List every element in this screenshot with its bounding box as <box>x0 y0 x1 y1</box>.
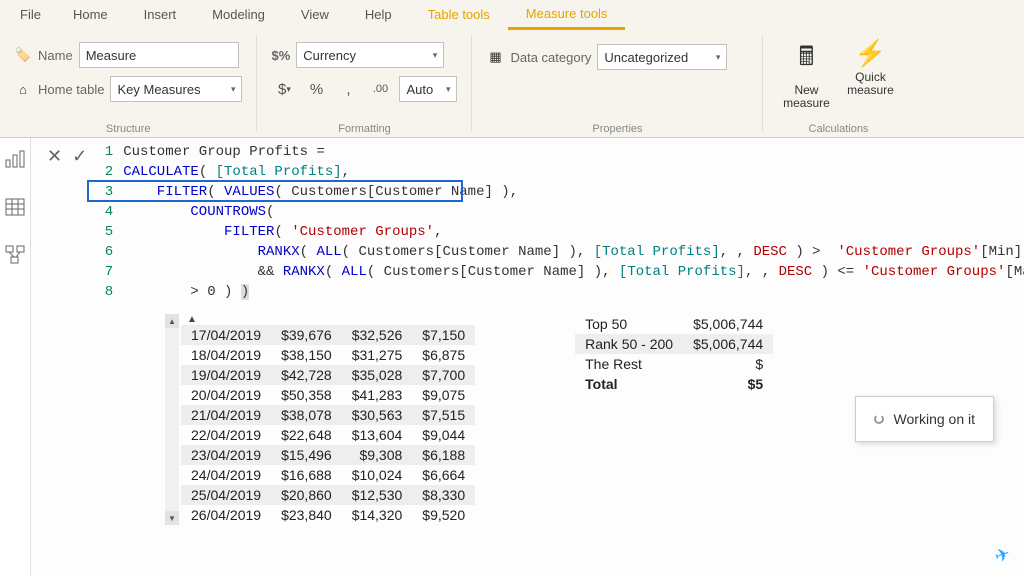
calculator-icon: 🖩 <box>799 38 815 82</box>
quick-measure-button[interactable]: ⚡ Quick measure <box>841 38 899 97</box>
new-measure-button[interactable]: 🖩 New measure <box>777 38 835 110</box>
report-view-icon[interactable] <box>0 144 30 174</box>
model-view-icon[interactable] <box>0 240 30 270</box>
name-label: Name <box>38 48 73 63</box>
format-select[interactable]: Currency▾ <box>296 42 444 68</box>
table-row[interactable]: 22/04/2019$22,648$13,604$9,044 <box>181 425 475 445</box>
formula-bar: ✕ ✓ 1Customer Group Profits = 2CALCULATE… <box>31 138 1024 304</box>
datacat-select[interactable]: Uncategorized▾ <box>597 44 727 70</box>
table-row[interactable]: 18/04/2019$38,150$31,275$6,875 <box>181 345 475 365</box>
group-label-calculations: Calculations <box>777 121 899 135</box>
group-label-formatting: Formatting <box>271 121 457 135</box>
tab-insert[interactable]: Insert <box>126 0 195 30</box>
table-row[interactable]: 19/04/2019$42,728$35,028$7,700 <box>181 365 475 385</box>
tab-view[interactable]: View <box>283 0 347 30</box>
chevron-down-icon: ▾ <box>231 84 236 95</box>
table-row[interactable]: 23/04/2019$15,496$9,308$6,188 <box>181 445 475 465</box>
summary-table-visual[interactable]: Top 50$5,006,744Rank 50 - 200$5,006,744T… <box>575 314 773 394</box>
category-icon: ▦ <box>486 48 504 66</box>
group-properties: ▦ Data category Uncategorized▾ Propertie… <box>472 30 762 137</box>
view-rail <box>0 138 31 576</box>
ribbon-body: 🏷️ Name Measure ⌂ Home table Key Measure… <box>0 30 1024 138</box>
tab-home[interactable]: Home <box>55 0 126 30</box>
scroll-up-icon[interactable]: ▲ <box>165 314 179 328</box>
table-row[interactable]: Total$5 <box>575 374 773 394</box>
datacat-label: Data category <box>510 50 591 65</box>
quick-measure-icon: ⚡ <box>854 38 886 69</box>
ribbon-tabs: File Home Insert Modeling View Help Tabl… <box>0 0 1024 30</box>
group-label-properties: Properties <box>486 121 748 135</box>
stepper-icon: ▾ <box>446 84 451 95</box>
decimals-select[interactable]: Auto▾ <box>399 76 457 102</box>
tab-measure-tools[interactable]: Measure tools <box>508 0 626 30</box>
table-row[interactable]: Top 50$5,006,744 <box>575 314 773 334</box>
tab-modeling[interactable]: Modeling <box>194 0 283 30</box>
table-row[interactable]: 25/04/2019$20,860$12,530$8,330 <box>181 485 475 505</box>
tab-table-tools[interactable]: Table tools <box>410 0 508 30</box>
spinner-icon <box>874 414 884 424</box>
table-row[interactable]: 20/04/2019$50,358$41,283$9,075 <box>181 385 475 405</box>
chevron-down-icon: ▾ <box>433 50 438 61</box>
home-icon: ⌂ <box>14 80 32 98</box>
report-canvas: ✕ ✓ 1Customer Group Profits = 2CALCULATE… <box>31 138 1024 576</box>
hometable-label: Home table <box>38 82 104 97</box>
table-row[interactable]: Rank 50 - 200$5,006,744 <box>575 334 773 354</box>
format-prefix-label: $% <box>271 48 290 63</box>
table-row[interactable]: 26/04/2019$23,840$14,320$9,520 <box>181 505 475 525</box>
formula-editor[interactable]: 1Customer Group Profits = 2CALCULATE( [T… <box>95 142 1024 302</box>
currency-button[interactable]: $▾ <box>271 77 297 101</box>
table-scrollbar[interactable]: ▲ ▼ <box>165 314 179 525</box>
cancel-formula-button[interactable]: ✕ <box>47 146 62 167</box>
table-row[interactable]: 21/04/2019$38,078$30,563$7,515 <box>181 405 475 425</box>
tab-file[interactable]: File <box>6 0 55 30</box>
group-formatting: $% Currency▾ $▾ % , .00 Auto▾ Formatting <box>257 30 471 137</box>
group-label-structure: Structure <box>14 121 242 135</box>
data-view-icon[interactable] <box>0 192 30 222</box>
tag-icon: 🏷️ <box>14 46 32 64</box>
table-row[interactable]: The Rest$ <box>575 354 773 374</box>
scroll-down-icon[interactable]: ▼ <box>165 511 179 525</box>
hometable-select[interactable]: Key Measures▾ <box>110 76 242 102</box>
name-input[interactable]: Measure <box>79 42 239 68</box>
table-row[interactable]: 17/04/2019$39,676$32,526$7,150 <box>181 325 475 345</box>
table-row[interactable]: 24/04/2019$16,688$10,024$6,664 <box>181 465 475 485</box>
tab-help[interactable]: Help <box>347 0 410 30</box>
decimal-button[interactable]: .00 <box>367 77 393 101</box>
chevron-down-icon: ▾ <box>716 52 721 63</box>
comma-button[interactable]: , <box>335 77 361 101</box>
working-tooltip: Working on it <box>855 396 994 442</box>
commit-formula-button[interactable]: ✓ <box>72 146 87 167</box>
main-area: ✕ ✓ 1Customer Group Profits = 2CALCULATE… <box>0 138 1024 576</box>
group-structure: 🏷️ Name Measure ⌂ Home table Key Measure… <box>0 30 256 137</box>
percent-button[interactable]: % <box>303 77 329 101</box>
group-calculations: 🖩 New measure ⚡ Quick measure Calculatio… <box>763 30 913 137</box>
date-table-visual[interactable]: 17/04/2019$39,676$32,526$7,15018/04/2019… <box>181 325 475 525</box>
